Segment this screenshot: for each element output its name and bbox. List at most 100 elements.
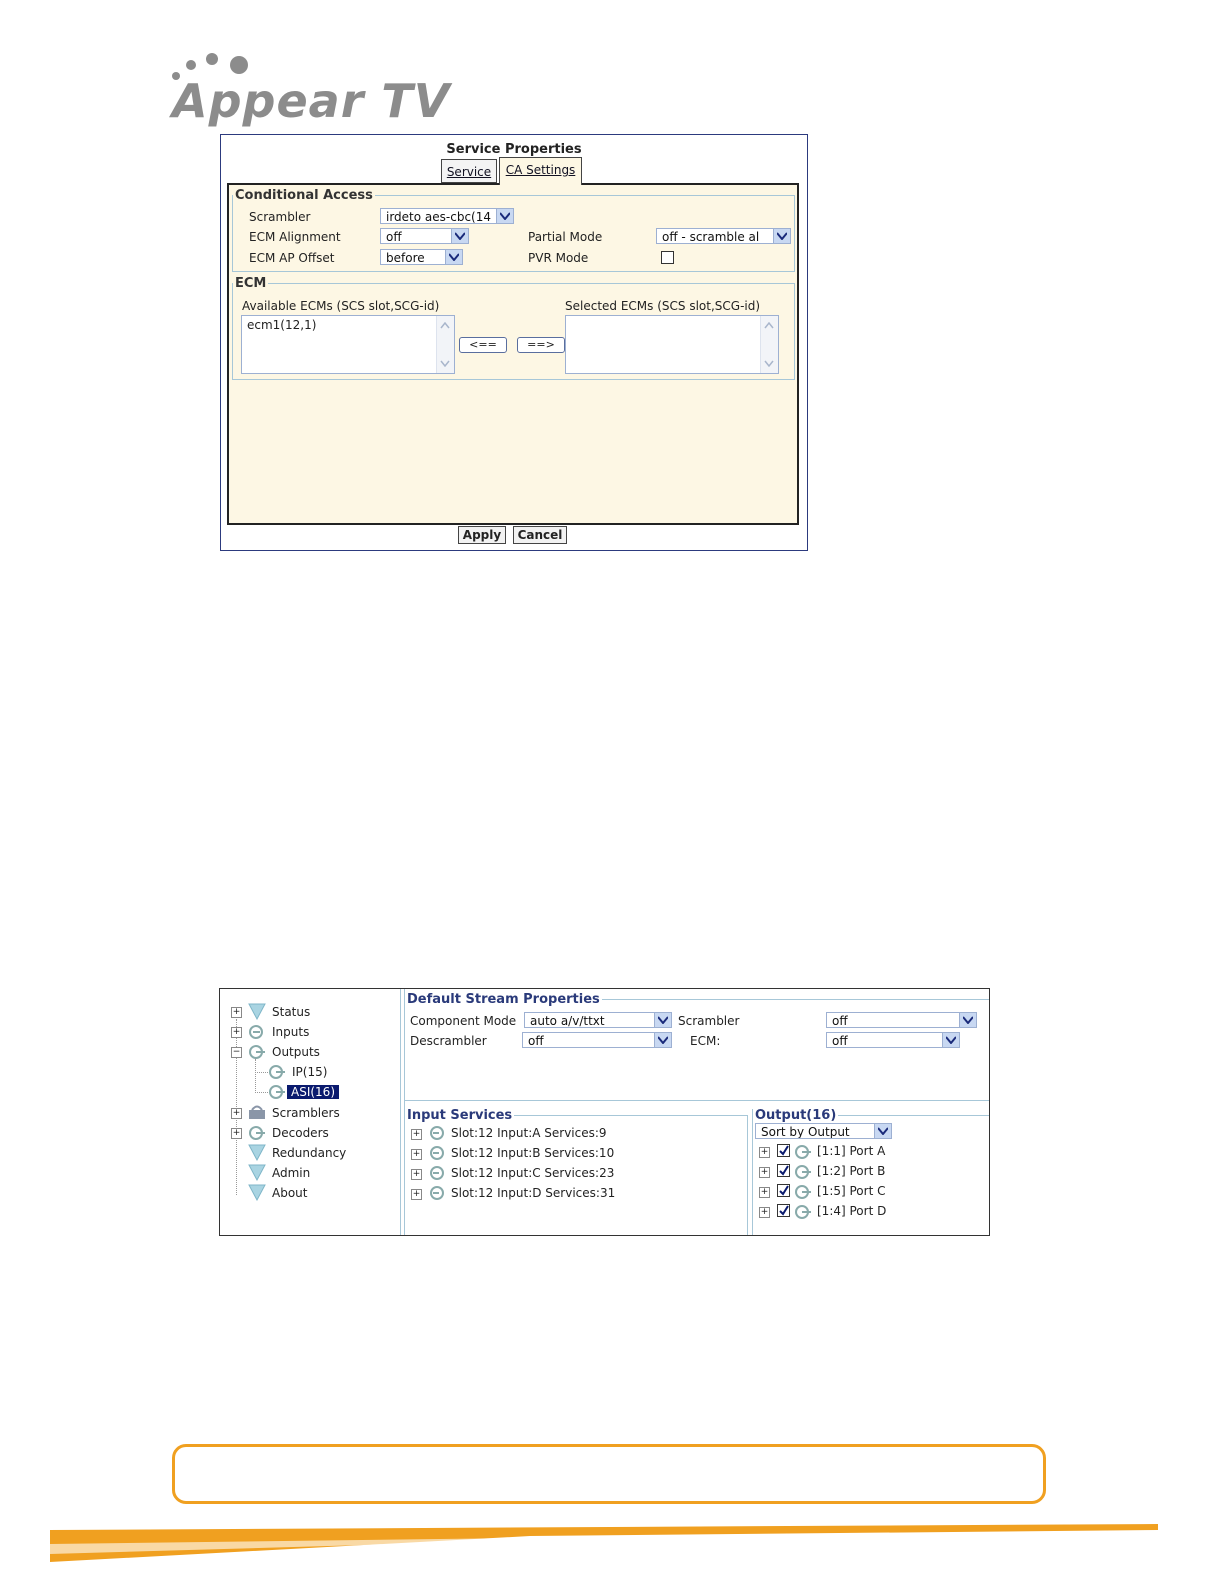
chevron-up-icon [764, 322, 774, 329]
check-icon [779, 1205, 789, 1216]
output-port-icon [269, 1085, 285, 1099]
appear-tv-logo: Appear TV [172, 50, 472, 130]
tree-item-admin[interactable]: Admin [272, 1166, 310, 1180]
partial-mode-value: off - scramble al [662, 230, 760, 244]
expand-icon[interactable]: + [231, 1027, 242, 1038]
default-stream-properties-legend: Default Stream Properties [405, 992, 602, 1007]
tab-ca-settings[interactable]: CA Settings [499, 157, 582, 185]
cancel-button[interactable]: Cancel [513, 526, 567, 544]
expand-icon[interactable]: + [759, 1207, 770, 1218]
scrambler-value: off [832, 1014, 848, 1028]
output-port-icon [795, 1165, 811, 1179]
expand-icon[interactable]: + [411, 1189, 422, 1200]
input-port-icon [430, 1146, 444, 1160]
output-checkbox[interactable] [777, 1204, 790, 1217]
selected-ecms-list[interactable] [565, 315, 779, 374]
chevron-up-icon [440, 322, 450, 329]
list-item[interactable]: [1:2] Port B [817, 1164, 885, 1178]
expand-icon[interactable]: + [411, 1169, 422, 1180]
pvr-mode-checkbox[interactable] [661, 251, 674, 264]
add-ecm-button[interactable]: ==> [517, 337, 565, 353]
tree-item-ip[interactable]: IP(15) [292, 1065, 327, 1079]
tree-item-asi-selected[interactable]: ASI(16) [287, 1085, 339, 1099]
output-port-icon [249, 1045, 265, 1059]
available-ecms-list[interactable]: ecm1(12,1) [241, 315, 455, 374]
scrambler-value: irdeto aes-cbc(14 [386, 210, 491, 224]
scrollbar[interactable] [436, 316, 454, 373]
chevron-down-icon [773, 229, 790, 243]
scrambler-label: Scrambler [678, 1014, 740, 1028]
chevron-down-icon [451, 229, 468, 243]
sort-select[interactable]: Sort by Output [755, 1123, 892, 1139]
input-services-legend: Input Services [405, 1108, 515, 1123]
ecm-select[interactable]: off [826, 1032, 960, 1048]
ecm-ap-offset-select[interactable]: before [380, 249, 463, 265]
output-checkbox[interactable] [777, 1164, 790, 1177]
check-icon [779, 1165, 789, 1176]
partial-mode-select[interactable]: off - scramble al [656, 228, 791, 244]
tree-item-about[interactable]: About [272, 1186, 307, 1200]
tab-service[interactable]: Service [441, 159, 497, 183]
logo-text: Appear TV [172, 74, 451, 128]
output-port-icon [795, 1185, 811, 1199]
shield-icon [248, 1184, 266, 1201]
output-checkbox[interactable] [777, 1184, 790, 1197]
chevron-down-icon [764, 360, 774, 367]
scrollbar[interactable] [760, 316, 778, 373]
available-ecms-label: Available ECMs (SCS slot,SCG-id) [242, 299, 440, 313]
partial-mode-label: Partial Mode [528, 230, 603, 244]
descrambler-label: Descrambler [410, 1034, 487, 1048]
component-mode-select[interactable]: auto a/v/ttxt [524, 1012, 672, 1028]
chevron-down-icon [874, 1124, 891, 1138]
output-port-icon [269, 1065, 285, 1079]
tree-item-status[interactable]: Status [272, 1005, 310, 1019]
ecm-ap-offset-label: ECM AP Offset [249, 251, 335, 265]
list-item[interactable]: ecm1(12,1) [247, 318, 316, 332]
expand-icon[interactable]: + [231, 1108, 242, 1119]
ecm-alignment-select[interactable]: off [380, 228, 469, 244]
tree-item-inputs[interactable]: Inputs [272, 1025, 309, 1039]
output-port-icon [795, 1205, 811, 1219]
expand-icon[interactable]: + [231, 1128, 242, 1139]
list-item[interactable]: [1:1] Port A [817, 1144, 885, 1158]
component-mode-value: auto a/v/ttxt [530, 1014, 605, 1028]
tree-item-scramblers[interactable]: Scramblers [272, 1106, 340, 1120]
list-item[interactable]: [1:4] Port D [817, 1204, 886, 1218]
list-item[interactable]: [1:5] Port C [817, 1184, 885, 1198]
output-legend: Output(16) [753, 1108, 839, 1123]
chevron-down-icon [654, 1033, 671, 1047]
expand-icon[interactable]: + [759, 1167, 770, 1178]
output-checkbox[interactable] [777, 1144, 790, 1157]
tree-item-decoders[interactable]: Decoders [272, 1126, 329, 1140]
scrambler-select[interactable]: irdeto aes-cbc(14 [380, 208, 514, 224]
check-icon [779, 1185, 789, 1196]
descrambler-value: off [528, 1034, 544, 1048]
collapse-icon[interactable]: − [231, 1047, 242, 1058]
service-properties-dialog: Service Properties Service CA Settings C… [220, 134, 808, 551]
apply-button[interactable]: Apply [458, 526, 506, 544]
tree-item-outputs[interactable]: Outputs [272, 1045, 320, 1059]
tree-item-redundancy[interactable]: Redundancy [272, 1146, 346, 1160]
ca-settings-panel: Conditional Access Scrambler irdeto aes-… [227, 183, 799, 525]
shield-icon [248, 1164, 266, 1181]
expand-icon[interactable]: + [759, 1147, 770, 1158]
expand-icon[interactable]: + [231, 1007, 242, 1018]
component-mode-label: Component Mode [410, 1014, 517, 1028]
check-icon [779, 1145, 789, 1156]
expand-icon[interactable]: + [411, 1129, 422, 1140]
list-item[interactable]: Slot:12 Input:C Services:23 [451, 1166, 614, 1180]
sort-value: Sort by Output [761, 1125, 850, 1139]
expand-icon[interactable]: + [759, 1187, 770, 1198]
scrambler-select[interactable]: off [826, 1012, 977, 1028]
list-item[interactable]: Slot:12 Input:B Services:10 [451, 1146, 614, 1160]
navigation-tree: + Status + Inputs − Outputs IP(15) ASI(1… [220, 989, 400, 1235]
input-port-icon [430, 1166, 444, 1180]
expand-icon[interactable]: + [411, 1149, 422, 1160]
scrambler-label: Scrambler [249, 210, 311, 224]
dialog-title: Service Properties [446, 142, 582, 157]
list-item[interactable]: Slot:12 Input:A Services:9 [451, 1126, 607, 1140]
remove-ecm-button[interactable]: <== [459, 337, 507, 353]
list-item[interactable]: Slot:12 Input:D Services:31 [451, 1186, 615, 1200]
input-port-icon [249, 1025, 263, 1039]
descrambler-select[interactable]: off [522, 1032, 672, 1048]
